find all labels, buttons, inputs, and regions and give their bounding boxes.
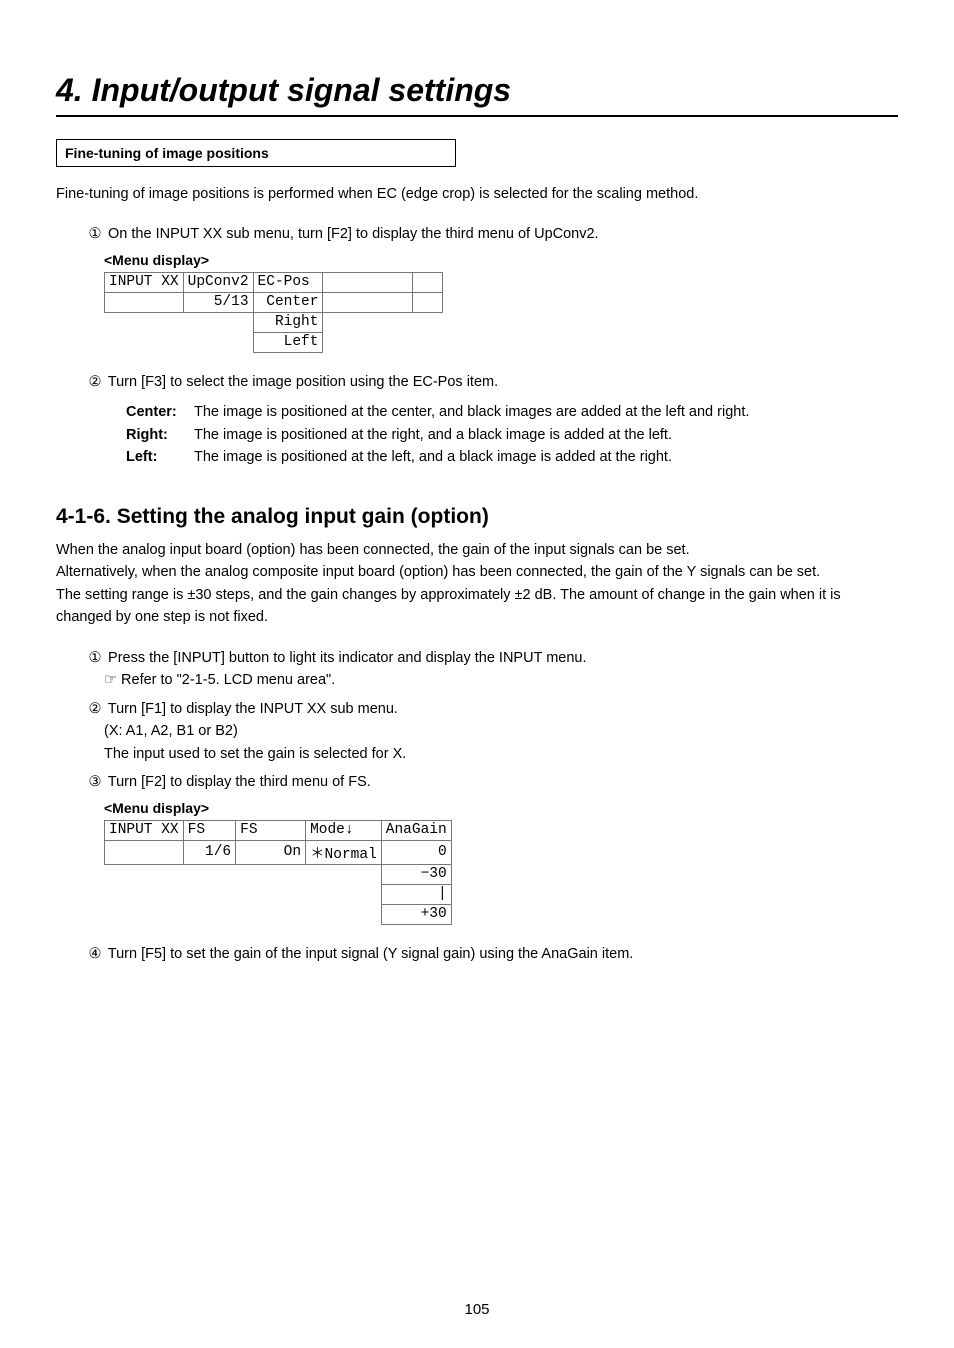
lcd-cell: 5/13 [183,292,253,312]
step-number-icon: ① [86,223,104,245]
lcd-cell: ＊Normal [306,840,382,864]
def-desc: The image is positioned at the center, a… [194,401,749,423]
ec-pos-definitions: Center: The image is positioned at the c… [126,401,898,468]
lcd-cell: Mode↓ [306,820,382,840]
step-number-icon: ① [86,647,104,669]
step-number-icon: ③ [86,771,104,793]
def-term: Center: [126,401,194,423]
lcd-menu-upconv2: INPUT XX UpConv2 EC-Pos 5/13 Center Righ… [104,272,443,353]
section-heading-416: 4-1-6. Setting the analog input gain (op… [56,505,898,529]
lcd-cell: FS [183,820,236,840]
lcd-cell: FS [236,820,306,840]
lcd-cell: Center [253,292,323,312]
step-text: Turn [F1] to display the INPUT XX sub me… [108,701,398,717]
section-416-para3: The setting range is ±30 steps, and the … [56,584,898,629]
lcd-cell [323,292,413,312]
lcd-cell: EC-Pos [253,272,323,292]
def-desc: The image is positioned at the left, and… [194,446,672,468]
menu-display-label: <Menu display> [104,252,898,268]
step-text: Press the [INPUT] button to light its in… [108,650,586,666]
lcd-option: +30 [381,904,451,924]
lcd-option: Left [253,332,323,352]
step-sub-text: (X: A1, A2, B1 or B2) [104,720,898,742]
lcd-cell [413,272,443,292]
lcd-option: −30 [381,864,451,884]
step-b4: ④ Turn [F5] to set the gain of the input… [86,943,898,965]
menu-display-label: <Menu display> [104,800,898,816]
section-416-para2: Alternatively, when the analog composite… [56,561,898,583]
lcd-option: | [381,884,451,904]
step-a1: ① On the INPUT XX sub menu, turn [F2] to… [86,223,898,352]
step-a2: ② Turn [F3] to select the image position… [86,371,898,469]
step-text: On the INPUT XX sub menu, turn [F2] to d… [108,226,599,242]
lcd-menu-fs: INPUT XX FS FS Mode↓ AnaGain 1/6 On ＊Nor… [104,820,452,925]
lcd-cell [323,272,413,292]
lcd-cell: INPUT XX [105,272,184,292]
lcd-cell: 1/6 [183,840,236,864]
lcd-cell [105,840,184,864]
step-text: Turn [F5] to set the gain of the input s… [108,946,634,962]
page-number: 105 [0,1301,954,1318]
def-desc: The image is positioned at the right, an… [194,424,672,446]
lcd-cell [413,292,443,312]
chapter-title: 4. Input/output signal settings [56,72,898,117]
step-sub-text: The input used to set the gain is select… [104,743,898,765]
lcd-cell: INPUT XX [105,820,184,840]
lcd-cell: UpConv2 [183,272,253,292]
section-416-para1: When the analog input board (option) has… [56,539,898,561]
lcd-cell: On [236,840,306,864]
step-number-icon: ④ [86,943,104,965]
lcd-option: Right [253,312,323,332]
step-b3: ③ Turn [F2] to display the third menu of… [86,771,898,924]
step-b2: ② Turn [F1] to display the INPUT XX sub … [86,698,898,765]
step-b1: ① Press the [INPUT] button to light its … [86,647,898,692]
step-number-icon: ② [86,371,104,393]
lcd-cell: 0 [381,840,451,864]
lcd-cell [105,292,184,312]
reference-link: ☞ Refer to "2-1-5. LCD menu area". [104,669,335,691]
fine-tuning-heading-box: Fine-tuning of image positions [56,139,456,167]
lcd-cell: AnaGain [381,820,451,840]
def-term: Right: [126,424,194,446]
def-term: Left: [126,446,194,468]
intro-paragraph-1: Fine-tuning of image positions is perfor… [56,183,898,205]
step-text: Turn [F3] to select the image position u… [108,374,498,390]
step-number-icon: ② [86,698,104,720]
step-text: Turn [F2] to display the third menu of F… [108,774,371,790]
